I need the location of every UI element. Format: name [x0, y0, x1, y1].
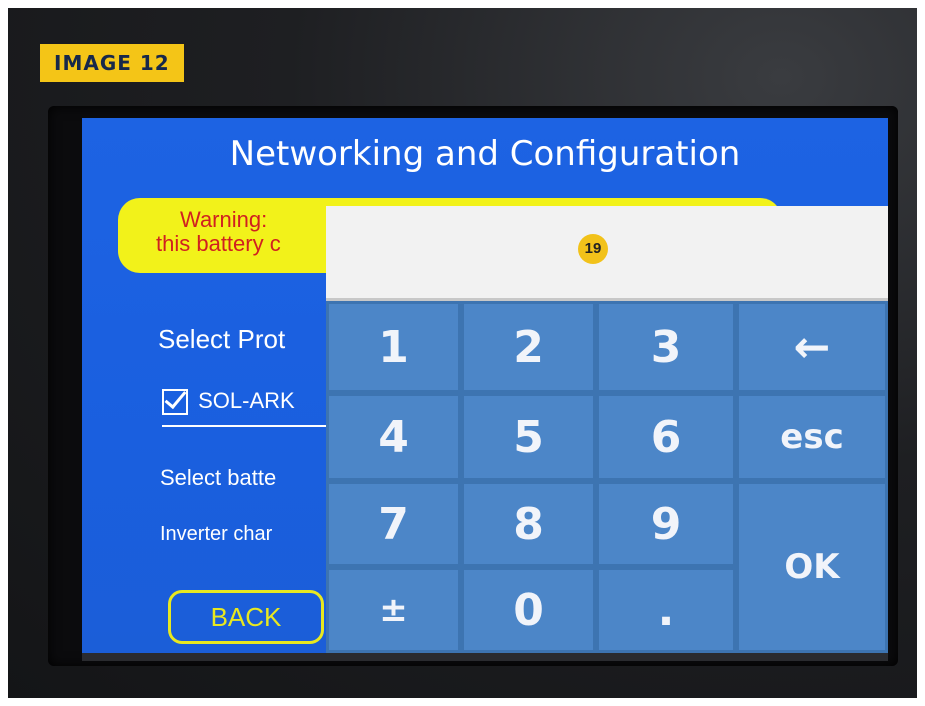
back-button[interactable]: BACK — [168, 590, 324, 644]
device-edge — [82, 653, 888, 661]
key-5[interactable]: 5 — [461, 393, 596, 481]
screen-title: Networking and Configuration — [229, 134, 741, 174]
warning-line-1: Warning: — [180, 207, 268, 232]
esc-key[interactable]: esc — [736, 393, 888, 481]
key-7[interactable]: 7 — [326, 481, 461, 567]
keypad-display-value: 19 — [578, 234, 608, 264]
key-4[interactable]: 4 — [326, 393, 461, 481]
select-battery-label: Select batte — [160, 465, 277, 490]
ok-key[interactable]: OK — [736, 481, 888, 653]
key-1[interactable]: 1 — [326, 301, 461, 393]
backspace-key[interactable]: ← — [736, 301, 888, 393]
warning-line-2: this battery c — [156, 231, 281, 256]
checkbox-checked-icon[interactable] — [162, 389, 188, 416]
key-3[interactable]: 3 — [596, 301, 736, 393]
select-protocol-label: Select Prot — [158, 324, 286, 354]
image-tag: IMAGE 12 — [40, 44, 184, 82]
key-2[interactable]: 2 — [461, 301, 596, 393]
key-8[interactable]: 8 — [461, 481, 596, 567]
key-0[interactable]: 0 — [461, 567, 596, 653]
decimal-key[interactable]: . — [596, 567, 736, 653]
protocol-option-label: SOL-ARK — [198, 388, 295, 413]
keypad-grid: 1 2 3 ← 4 5 6 esc 7 8 9 OK ± 0 . — [326, 301, 888, 653]
plus-minus-key[interactable]: ± — [326, 567, 461, 653]
numeric-keypad: 19 1 2 3 ← 4 5 6 esc 7 8 9 OK ± 0 . — [326, 206, 888, 653]
key-9[interactable]: 9 — [596, 481, 736, 567]
keypad-display: 19 — [326, 206, 888, 301]
inverter-charge-label: Inverter char — [160, 523, 273, 545]
protocol-option[interactable]: SOL-ARK — [162, 388, 295, 416]
key-6[interactable]: 6 — [596, 393, 736, 481]
lcd-screen: Networking and Configuration Warning: th… — [82, 118, 888, 653]
photo-frame: IMAGE 12 Networking and Configuration Wa… — [8, 8, 917, 698]
